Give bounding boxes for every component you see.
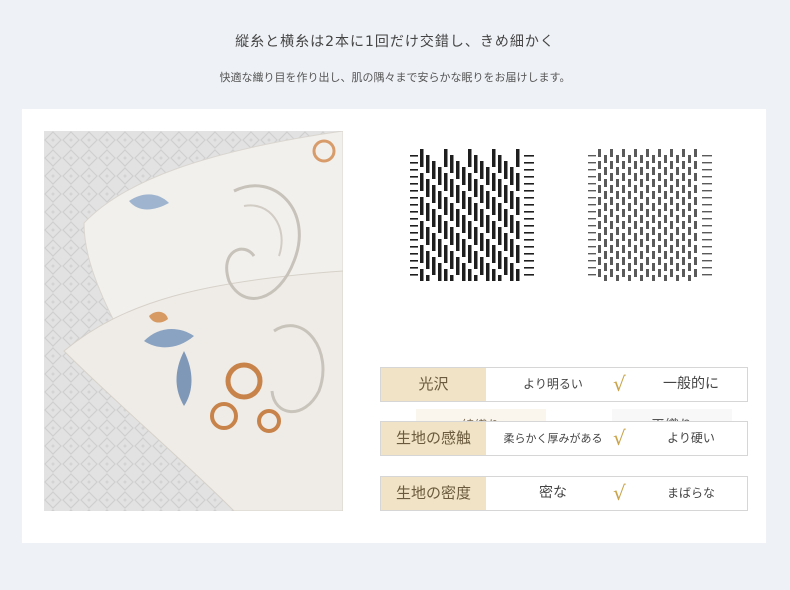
comparison-row-gloss: 光沢 より明るい √ 一般的に <box>380 367 748 402</box>
row-twill-value: 密な <box>539 485 567 501</box>
row-category: 光沢 <box>381 368 486 401</box>
row-twill-value: より明るい <box>523 377 583 391</box>
row-plain-value: 一般的に <box>663 376 719 392</box>
page-subtitle: 快適な織り目を作り出し、肌の隅々まで安らかな眠りをお届けします。 <box>219 71 571 84</box>
pillow-photo <box>44 131 343 511</box>
comparison-row-density: 生地の密度 密な √ まばらな <box>380 476 748 511</box>
plain-weave-icon <box>588 149 712 281</box>
comparison-row-texture: 生地の感触 柔らかく厚みがある √ より硬い <box>380 421 748 456</box>
check-icon: √ <box>613 372 626 396</box>
row-category: 生地の密度 <box>381 477 486 510</box>
page-title: 縦糸と横糸は2本に1回だけ交錯し、きめ細かく <box>235 34 555 50</box>
twill-weave-icon <box>410 149 534 281</box>
check-icon: √ <box>613 481 626 505</box>
check-icon: √ <box>613 426 626 450</box>
row-twill-value: 柔らかく厚みがある <box>503 432 603 445</box>
row-plain-value: まばらな <box>666 486 715 500</box>
row-category: 生地の感触 <box>381 422 486 455</box>
row-plain-value: より硬い <box>667 431 715 445</box>
